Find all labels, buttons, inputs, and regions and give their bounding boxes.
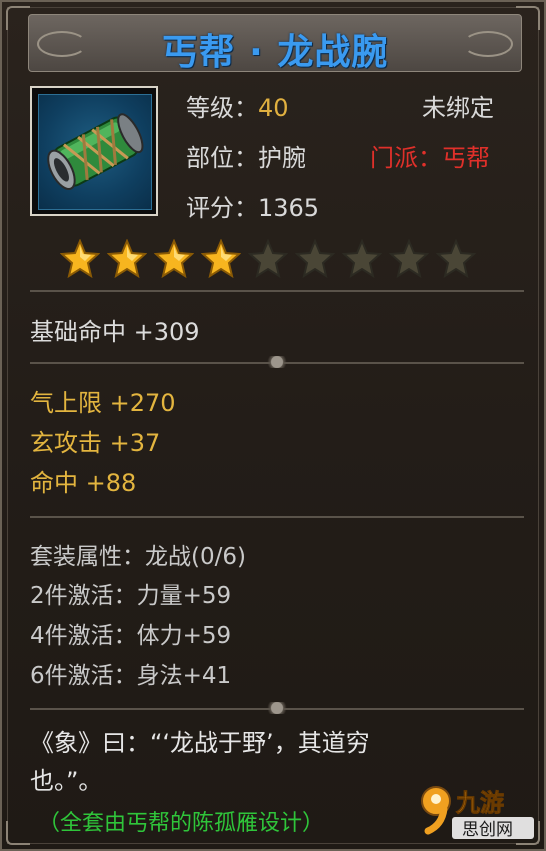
set-bonus-value: 身法+41 [136, 663, 232, 689]
set-bonus-value: 力量+59 [136, 583, 232, 609]
divider [30, 288, 524, 294]
bonus-stat-row: 命中 +88 [30, 463, 136, 498]
level-value: 40 [258, 94, 289, 122]
bonus-stat-value: +88 [85, 469, 137, 497]
bonus-stat-label: 气上限 [30, 389, 102, 417]
set-title-row: 套装属性：龙战(0/6) [30, 537, 246, 571]
base-stat-label: 基础命中 [30, 318, 126, 346]
base-stat-value: +309 [133, 318, 200, 346]
bonus-stat-row: 玄攻击 +37 [30, 423, 160, 458]
level-row: 等级：40 [186, 88, 289, 123]
bonus-stat-row: 气上限 +270 [30, 383, 176, 418]
set-bonus-row: 6件激活：身法+41 [30, 656, 231, 690]
corner-ornament [6, 821, 30, 845]
title-bar: 丐帮 · 龙战腕 [28, 14, 522, 73]
star-filled-icon [107, 239, 147, 279]
slot-label: 部位： [186, 144, 258, 172]
corner-ornament [6, 6, 30, 30]
divider-knot [30, 702, 524, 714]
star-empty-icon [436, 239, 476, 279]
star-filled-icon [201, 239, 241, 279]
item-tooltip-panel: 丐帮 · 龙战腕 等级：40 未绑定 部位：护腕 门派：丐帮 评分：1365 基… [0, 0, 546, 851]
score-value: 1365 [258, 194, 320, 222]
set-bonus-label: 6件激活： [30, 663, 137, 689]
star-empty-icon [342, 239, 382, 279]
sect-label: 门派： [370, 144, 442, 172]
star-filled-icon [60, 239, 100, 279]
sect-value: 丐帮 [442, 144, 490, 172]
green-wrist-bracer-icon [38, 94, 152, 210]
item-icon-frame[interactable] [30, 86, 158, 216]
star-filled-icon [154, 239, 194, 279]
star-empty-icon [389, 239, 429, 279]
score-label: 评分： [186, 194, 258, 222]
divider [30, 514, 524, 520]
flavor-line: 《象》曰：“‘龙战于野’，其道穷 [30, 729, 370, 757]
nine-game-logo-icon [421, 786, 451, 835]
item-name: 丐帮 · 龙战腕 [161, 32, 389, 73]
star-empty-icon [248, 239, 288, 279]
set-bonus-value: 体力+59 [136, 623, 232, 649]
base-stat-row: 基础命中 +309 [30, 312, 200, 347]
bonus-stat-value: +37 [109, 429, 161, 457]
slot-value: 护腕 [258, 144, 306, 172]
set-title-value: 龙战(0/6) [145, 544, 246, 570]
slot-row: 部位：护腕 [186, 138, 306, 173]
divider-knot [30, 356, 524, 368]
set-bonus-row: 2件激活：力量+59 [30, 576, 231, 610]
watermark-sub-text: 思创网 [462, 820, 513, 840]
bonus-stat-label: 命中 [30, 469, 78, 497]
bonus-stat-value: +270 [109, 389, 176, 417]
set-title-label: 套装属性： [30, 544, 145, 570]
score-row: 评分：1365 [186, 188, 319, 223]
set-bonus-label: 2件激活： [30, 583, 137, 609]
star-empty-icon [295, 239, 335, 279]
set-bonus-label: 4件激活： [30, 623, 137, 649]
bind-status: 未绑定 [422, 94, 494, 122]
watermark-logo-text: 九游 [455, 789, 504, 817]
bonus-stat-label: 玄攻击 [30, 429, 102, 457]
level-label: 等级： [186, 94, 258, 122]
site-watermark: 九游 思创网 [418, 777, 538, 841]
set-designer-credit: （全套由丐帮的陈孤雁设计） [38, 811, 325, 836]
set-bonus-row: 4件激活：体力+59 [30, 616, 231, 650]
sect-row: 门派：丐帮 [370, 138, 490, 173]
